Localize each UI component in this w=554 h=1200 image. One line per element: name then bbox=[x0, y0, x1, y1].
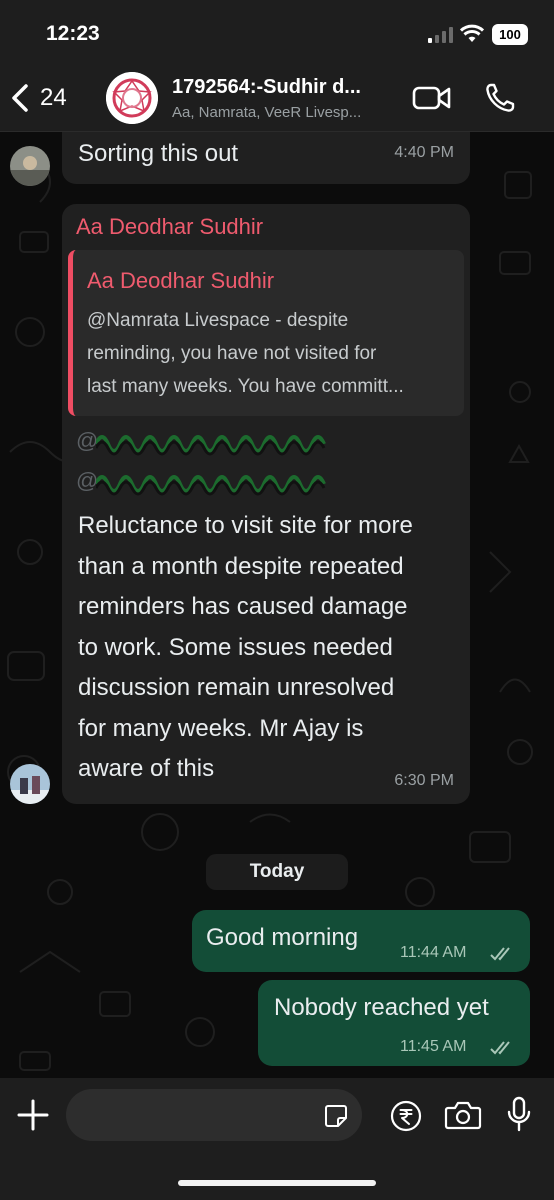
avatar-photo-icon bbox=[10, 146, 50, 186]
quoted-text: @Namrata Livespace - despite reminding, … bbox=[87, 304, 457, 403]
message-bubble-outgoing[interactable]: Good morning 11:44 AM bbox=[192, 910, 530, 972]
message-time: 11:44 AM bbox=[400, 944, 467, 961]
group-logo-icon bbox=[106, 72, 158, 124]
unread-count: 24 bbox=[40, 84, 67, 111]
message-line: to work. Some issues needed bbox=[78, 633, 393, 661]
message-line: reminders has caused damage bbox=[78, 593, 408, 620]
date-separator: Today bbox=[206, 854, 348, 890]
battery-icon: 100 bbox=[492, 24, 528, 45]
chat-area[interactable]: Sorting this out 4:40 PM Aa Deodhar Sudh… bbox=[0, 132, 554, 1078]
message-time: 6:30 PM bbox=[394, 772, 454, 789]
message-time: 4:40 PM bbox=[394, 144, 454, 161]
redacted-mention[interactable]: @ bbox=[76, 428, 326, 458]
mention-at: @ bbox=[76, 428, 99, 453]
back-button[interactable]: 24 bbox=[8, 76, 88, 120]
quoted-sender: Aa Deodhar Sudhir bbox=[87, 268, 275, 293]
home-indicator bbox=[178, 1180, 376, 1186]
quoted-line: reminding, you have not visited for bbox=[87, 343, 377, 364]
plus-icon[interactable] bbox=[16, 1098, 50, 1132]
message-line: than a month despite repeated bbox=[78, 552, 404, 580]
group-title[interactable]: 1792564:-Sudhir d... bbox=[172, 76, 402, 99]
group-avatar[interactable] bbox=[106, 72, 158, 124]
wifi-icon bbox=[460, 24, 484, 42]
redaction-scribble bbox=[96, 435, 326, 456]
message-line: Reluctance to visit site for more bbox=[78, 512, 413, 539]
message-line: for many weeks. Mr Ajay is bbox=[78, 714, 364, 742]
rupee-icon[interactable] bbox=[390, 1100, 422, 1132]
message-line: discussion remain unresolved bbox=[78, 674, 395, 701]
message-text: Reluctance to visit site for more than a… bbox=[78, 506, 464, 790]
signal-icon bbox=[428, 27, 453, 43]
status-time: 12:23 bbox=[46, 22, 100, 45]
quoted-line: last many weeks. You have committ... bbox=[87, 376, 404, 397]
message-text: Nobody reached yet bbox=[274, 994, 489, 1021]
mention-at: @ bbox=[76, 468, 99, 493]
input-bar bbox=[0, 1078, 554, 1200]
message-bubble[interactable]: Aa Deodhar Sudhir Aa Deodhar Sudhir @Nam… bbox=[62, 204, 470, 804]
quoted-message[interactable]: Aa Deodhar Sudhir @Namrata Livespace - d… bbox=[68, 250, 464, 416]
avatar-photo-icon bbox=[10, 764, 50, 804]
redacted-mention[interactable]: @ bbox=[76, 468, 326, 498]
back-chevron-icon bbox=[12, 84, 28, 112]
message-bubble[interactable]: Sorting this out 4:40 PM bbox=[62, 132, 470, 184]
sender-name[interactable]: Aa Deodhar Sudhir bbox=[76, 214, 263, 240]
status-bar: 12:23 100 bbox=[0, 0, 554, 64]
group-participants[interactable]: Aa, Namrata, VeeR Livesp... bbox=[172, 104, 402, 121]
double-tick-icon bbox=[490, 947, 510, 961]
redaction-scribble bbox=[96, 475, 326, 496]
sticker-icon[interactable] bbox=[324, 1104, 348, 1128]
battery-level: 100 bbox=[499, 27, 521, 42]
mic-icon[interactable] bbox=[506, 1096, 532, 1132]
video-call-icon[interactable] bbox=[412, 84, 452, 112]
double-tick-icon bbox=[490, 1041, 510, 1055]
sender-avatar[interactable] bbox=[10, 764, 50, 804]
sender-avatar[interactable] bbox=[10, 146, 50, 186]
message-input[interactable] bbox=[66, 1089, 362, 1141]
message-text: Good morning bbox=[206, 924, 359, 951]
camera-icon[interactable] bbox=[444, 1100, 482, 1130]
chat-header: 24 1792564:-Sudhir d... Aa, Namrata, Vee… bbox=[0, 64, 554, 132]
message-time: 11:45 AM bbox=[400, 1038, 467, 1055]
message-bubble-outgoing[interactable]: Nobody reached yet 11:45 AM bbox=[258, 980, 530, 1066]
message-text: Sorting this out bbox=[78, 140, 239, 167]
phone-icon[interactable] bbox=[484, 82, 516, 114]
quoted-line: @Namrata Livespace - despite bbox=[87, 310, 349, 331]
